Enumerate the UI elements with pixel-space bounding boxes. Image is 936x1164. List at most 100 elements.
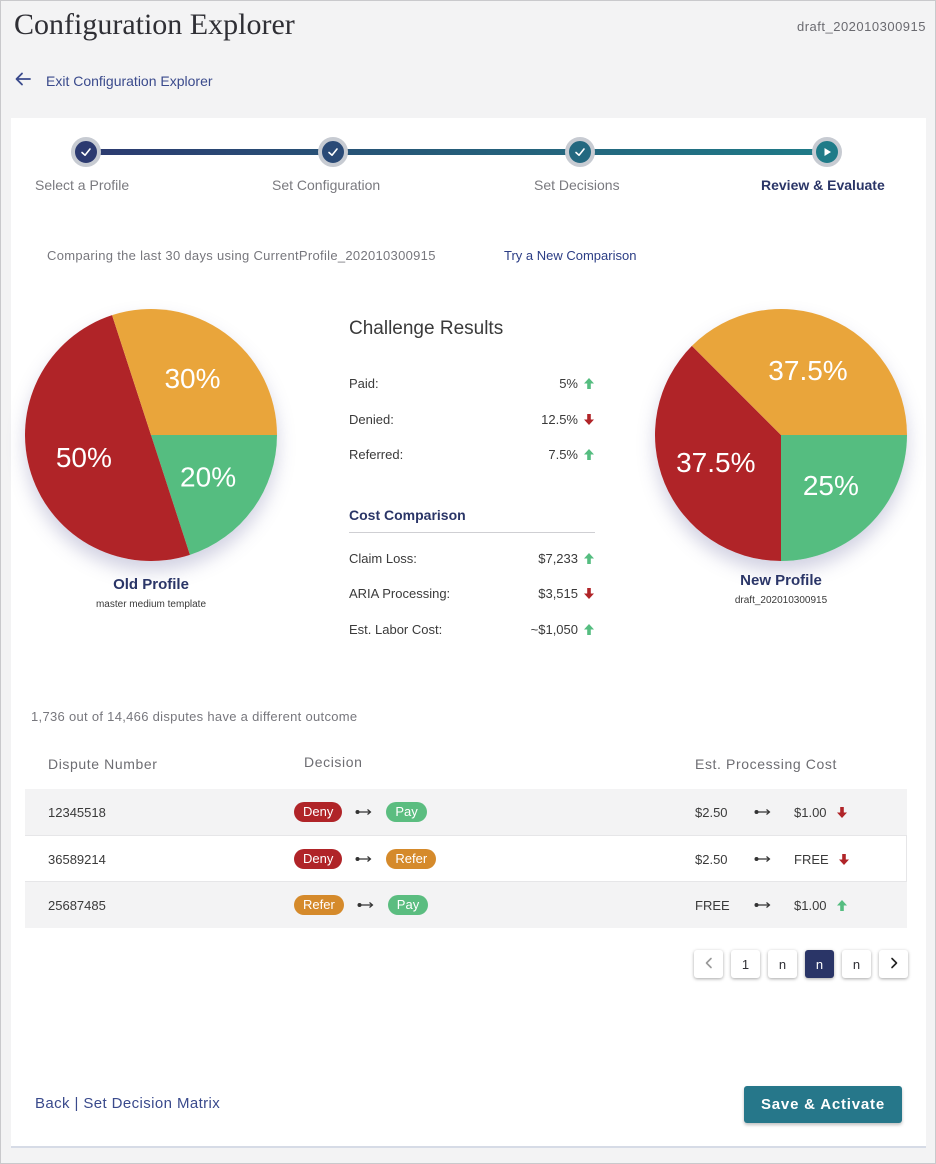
different-outcome-summary: 1,736 out of 14,466 disputes have a diff… bbox=[31, 709, 358, 724]
step-review-evaluate[interactable]: Review & Evaluate bbox=[761, 177, 885, 193]
decision-to-badge: Pay bbox=[387, 895, 429, 915]
exit-explorer-label: Exit Configuration Explorer bbox=[46, 72, 213, 89]
pagination: 1 n n n bbox=[694, 950, 908, 978]
transition-arrow-icon bbox=[355, 808, 373, 816]
decision-from-badge: Refer bbox=[294, 895, 344, 915]
result-value: 7.5% bbox=[548, 447, 578, 462]
pie-label-referred: 30% bbox=[164, 363, 220, 394]
arrow-down-icon bbox=[836, 806, 848, 819]
transition-arrow-icon bbox=[754, 901, 772, 909]
comparison-text: Comparing the last 30 days using Current… bbox=[47, 248, 436, 263]
cost-value: ~$1,050 bbox=[530, 622, 578, 637]
cost-label: Claim Loss: bbox=[349, 551, 417, 566]
try-new-comparison-link[interactable]: Try a New Comparison bbox=[504, 248, 636, 263]
dispute-number: 12345518 bbox=[48, 804, 106, 820]
column-header-decision: Decision bbox=[304, 754, 363, 770]
arrow-down-icon bbox=[583, 413, 595, 426]
transition-arrow-icon bbox=[754, 855, 772, 863]
cost-to: $1.00 bbox=[794, 804, 827, 820]
table-row[interactable]: 12345518 Deny Pay $2.50 $1.00 bbox=[25, 789, 907, 835]
back-set-decision-matrix-link[interactable]: Back | Set Decision Matrix bbox=[35, 1095, 220, 1112]
transition-arrow-icon bbox=[355, 855, 373, 863]
arrow-left-icon bbox=[14, 70, 32, 91]
cost-row-labor-cost: Est. Labor Cost: ~$1,050 bbox=[349, 622, 595, 637]
arrow-up-icon bbox=[583, 623, 595, 636]
result-row-paid: Paid: 5% bbox=[349, 376, 595, 391]
decision-to-badge: Refer bbox=[386, 849, 437, 869]
pie-label-denied: 50% bbox=[56, 442, 112, 473]
cost-value: $7,233 bbox=[538, 551, 578, 566]
new-profile-subtitle: draft_202010300915 bbox=[734, 595, 828, 606]
transition-arrow-icon bbox=[357, 901, 375, 909]
app-title: Configuration Explorer bbox=[14, 8, 295, 41]
result-row-denied: Denied: 12.5% bbox=[349, 412, 595, 427]
cost-to: $1.00 bbox=[794, 897, 827, 913]
cost-to: FREE bbox=[794, 851, 829, 867]
page-button-active[interactable]: n bbox=[805, 950, 834, 978]
next-page-button[interactable] bbox=[879, 950, 908, 978]
old-profile-pie-chart: 20% 50% 30% bbox=[25, 309, 277, 561]
step-select-profile[interactable]: Select a Profile bbox=[35, 177, 129, 193]
transition-arrow-icon bbox=[754, 808, 772, 816]
challenge-results-title: Challenge Results bbox=[349, 318, 504, 339]
chevron-right-icon bbox=[889, 957, 899, 972]
cost-comparison-title: Cost Comparison bbox=[349, 507, 466, 523]
pie-label-paid: 25% bbox=[803, 470, 859, 501]
column-header-dispute-number: Dispute Number bbox=[48, 756, 158, 772]
step-2-complete-icon[interactable] bbox=[318, 137, 348, 167]
result-value: 5% bbox=[559, 376, 578, 391]
stepper-track bbox=[86, 149, 828, 155]
result-label: Denied: bbox=[349, 412, 394, 427]
step-3-complete-icon[interactable] bbox=[565, 137, 595, 167]
old-profile-subtitle: master medium template bbox=[95, 599, 207, 610]
new-profile-caption: New Profile draft_202010300915 bbox=[681, 572, 881, 606]
divider bbox=[349, 532, 595, 533]
previous-page-button[interactable] bbox=[694, 950, 723, 978]
dispute-number: 36589214 bbox=[48, 851, 106, 867]
cost-row-aria-processing: ARIA Processing: $3,515 bbox=[349, 586, 595, 601]
step-1-complete-icon[interactable] bbox=[71, 137, 101, 167]
arrow-down-icon bbox=[838, 853, 850, 866]
step-set-configuration[interactable]: Set Configuration bbox=[272, 177, 380, 193]
arrow-up-icon bbox=[836, 899, 848, 912]
step-set-decisions[interactable]: Set Decisions bbox=[534, 177, 620, 193]
result-label: Paid: bbox=[349, 376, 379, 391]
step-4-current-play-icon[interactable] bbox=[812, 137, 842, 167]
cost-label: ARIA Processing: bbox=[349, 586, 451, 601]
pie-label-paid: 20% bbox=[180, 461, 236, 492]
table-row[interactable]: 36589214 Deny Refer $2.50 FREE bbox=[25, 835, 907, 882]
page-button[interactable]: 1 bbox=[731, 950, 760, 978]
arrow-up-icon bbox=[583, 552, 595, 565]
table-row[interactable]: 25687485 Refer Pay FREE $1.00 bbox=[25, 882, 907, 928]
result-label: Referred: bbox=[349, 447, 404, 462]
cost-row-claim-loss: Claim Loss: $7,233 bbox=[349, 551, 595, 566]
arrow-down-icon bbox=[583, 587, 595, 600]
old-profile-caption: Old Profile master medium template bbox=[51, 576, 251, 610]
exit-explorer-link[interactable]: Exit Configuration Explorer bbox=[14, 70, 213, 91]
decision-to-badge: Pay bbox=[386, 802, 427, 822]
cost-from: $2.50 bbox=[695, 804, 728, 820]
result-row-referred: Referred: 7.5% bbox=[349, 447, 595, 462]
pie-label-denied: 37.5% bbox=[676, 447, 755, 478]
old-profile-name: Old Profile bbox=[113, 576, 189, 593]
column-header-processing-cost: Est. Processing Cost bbox=[695, 756, 837, 772]
arrow-up-icon bbox=[583, 377, 595, 390]
cost-label: Est. Labor Cost: bbox=[349, 622, 443, 637]
cost-from: FREE bbox=[695, 897, 730, 913]
decision-from-badge: Deny bbox=[294, 802, 343, 822]
draft-id: draft_202010300915 bbox=[796, 19, 926, 34]
dispute-number: 25687485 bbox=[48, 897, 106, 913]
page-button[interactable]: n bbox=[768, 950, 797, 978]
cost-value: $3,515 bbox=[538, 586, 578, 601]
review-card: Select a Profile Set Configuration Set D… bbox=[11, 118, 926, 1148]
arrow-up-icon bbox=[583, 448, 595, 461]
chevron-left-icon bbox=[704, 957, 714, 972]
pie-label-referred: 37.5% bbox=[768, 355, 847, 386]
new-profile-name: New Profile bbox=[740, 572, 822, 589]
page-button[interactable]: n bbox=[842, 950, 871, 978]
new-profile-pie-chart: 25% 37.5% 37.5% bbox=[655, 309, 907, 561]
save-activate-button[interactable]: Save & Activate bbox=[744, 1086, 902, 1123]
result-value: 12.5% bbox=[541, 412, 578, 427]
cost-from: $2.50 bbox=[695, 851, 728, 867]
decision-from-badge: Deny bbox=[294, 849, 343, 869]
